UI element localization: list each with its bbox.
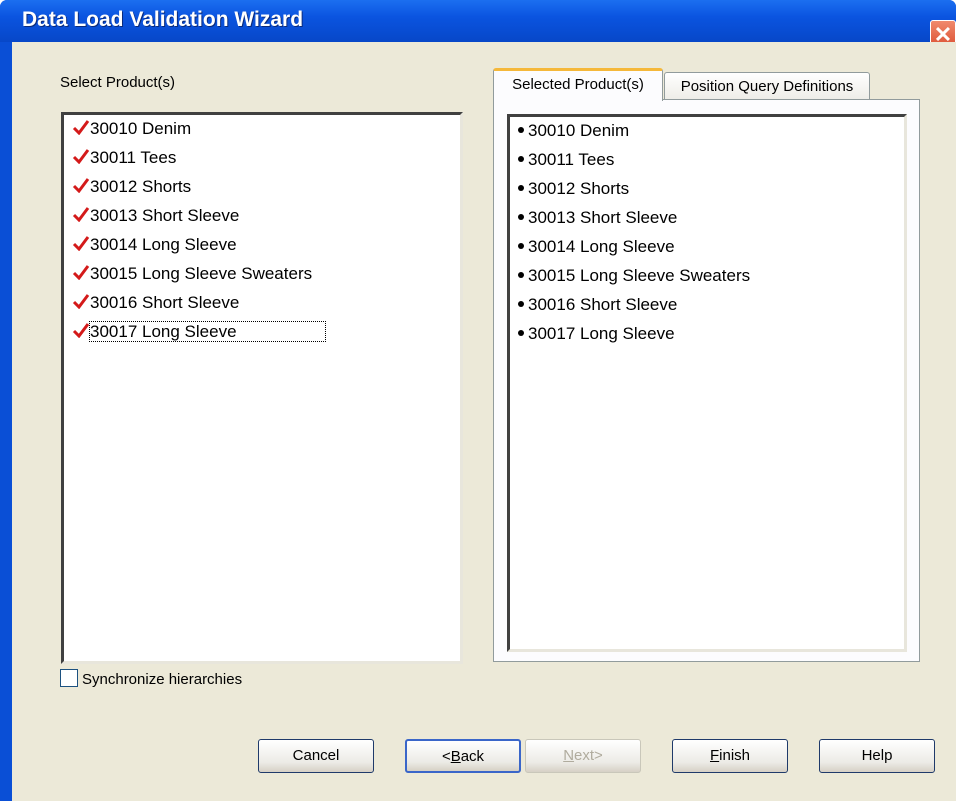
- bullet-icon: [518, 301, 524, 307]
- checkmark-icon[interactable]: [72, 148, 90, 164]
- back-button-prefix: <: [441, 748, 451, 765]
- item-label: 30013 Short Sleeve: [528, 208, 678, 227]
- list-item: 30010 Denim: [518, 121, 629, 147]
- select-products-label: Select Product(s): [60, 74, 176, 91]
- list-item: 30014 Long Sleeve: [518, 237, 675, 263]
- item-label: 30012 Shorts: [90, 177, 192, 196]
- list-item[interactable]: 30016 Short Sleeve: [72, 293, 239, 319]
- list-item[interactable]: 30015 Long Sleeve Sweaters: [72, 264, 312, 290]
- synchronize-hierarchies-checkbox[interactable]: Synchronize hierarchies: [60, 669, 242, 688]
- next-button-label: ext>: [574, 747, 603, 764]
- list-item[interactable]: 30012 Shorts: [72, 177, 191, 203]
- sync-label: Synchronize hierarchies: [82, 671, 243, 688]
- finish-button[interactable]: Finish: [672, 739, 788, 773]
- tab-selected-products[interactable]: Selected Product(s): [493, 68, 663, 101]
- item-label: 30014 Long Sleeve: [90, 235, 237, 254]
- list-item: 30017 Long Sleeve: [518, 324, 675, 350]
- checkmark-icon[interactable]: [72, 119, 90, 135]
- finish-button-label: inish: [719, 747, 751, 764]
- item-label: 30015 Long Sleeve Sweaters: [90, 264, 313, 283]
- bullet-icon: [518, 330, 524, 336]
- checkmark-icon[interactable]: [72, 177, 90, 193]
- checkmark-icon[interactable]: [72, 293, 90, 309]
- item-label: 30012 Shorts: [528, 179, 630, 198]
- checkmark-icon[interactable]: [72, 206, 90, 222]
- next-button[interactable]: Next>: [525, 739, 641, 773]
- product-checklist[interactable]: 30010 Denim 30011 Tees 30012 Shorts 3001…: [61, 112, 463, 664]
- next-button-mnemonic: N: [563, 747, 575, 764]
- item-label: 30011 Tees: [90, 148, 177, 167]
- checkmark-icon[interactable]: [72, 322, 90, 338]
- finish-button-mnemonic: F: [709, 747, 720, 764]
- window-title: Data Load Validation Wizard: [22, 8, 304, 31]
- checkmark-icon[interactable]: [72, 264, 90, 280]
- list-item: 30012 Shorts: [518, 179, 629, 205]
- item-label: 30017 Long Sleeve: [528, 324, 675, 343]
- back-button-label: ack: [460, 748, 485, 765]
- list-item[interactable]: 30017 Long Sleeve: [72, 321, 326, 348]
- cancel-button[interactable]: Cancel: [258, 739, 374, 773]
- item-label: 30015 Long Sleeve Sweaters: [528, 266, 751, 285]
- item-label: 30011 Tees: [528, 150, 615, 169]
- list-item[interactable]: 30014 Long Sleeve: [72, 235, 237, 261]
- bullet-icon: [518, 185, 524, 191]
- bullet-icon: [518, 156, 524, 162]
- item-label: 30017 Long Sleeve: [89, 321, 326, 342]
- dialog-body: Select Product(s) 30010 Denim 30011 Tees…: [12, 42, 956, 801]
- wizard-window: Data Load Validation Wizard ✕ Select Pro…: [0, 0, 956, 801]
- back-button[interactable]: <Back: [405, 739, 521, 773]
- list-item: 30013 Short Sleeve: [518, 208, 677, 234]
- checkbox-box[interactable]: [60, 669, 78, 687]
- bullet-icon: [518, 127, 524, 133]
- item-label: 30010 Denim: [90, 119, 192, 138]
- item-label: 30016 Short Sleeve: [90, 293, 240, 312]
- bullet-icon: [518, 214, 524, 220]
- tab-position-query-definitions[interactable]: Position Query Definitions: [664, 72, 870, 102]
- list-item: 30011 Tees: [518, 150, 614, 176]
- bullet-icon: [518, 272, 524, 278]
- title-bar: Data Load Validation Wizard ✕: [0, 0, 956, 52]
- list-item[interactable]: 30010 Denim: [72, 119, 191, 145]
- list-item[interactable]: 30013 Short Sleeve: [72, 206, 239, 232]
- help-button[interactable]: Help: [819, 739, 935, 773]
- item-label: 30010 Denim: [528, 121, 630, 140]
- list-item[interactable]: 30011 Tees: [72, 148, 176, 174]
- item-label: 30013 Short Sleeve: [90, 206, 240, 225]
- checkmark-icon[interactable]: [72, 235, 90, 251]
- item-label: 30016 Short Sleeve: [528, 295, 678, 314]
- list-item: 30016 Short Sleeve: [518, 295, 677, 321]
- bullet-icon: [518, 243, 524, 249]
- item-label: 30014 Long Sleeve: [528, 237, 675, 256]
- selected-products-list[interactable]: 30010 Denim 30011 Tees 30012 Shorts 3001…: [507, 114, 907, 652]
- back-button-mnemonic: B: [450, 748, 461, 765]
- list-item: 30015 Long Sleeve Sweaters: [518, 266, 750, 292]
